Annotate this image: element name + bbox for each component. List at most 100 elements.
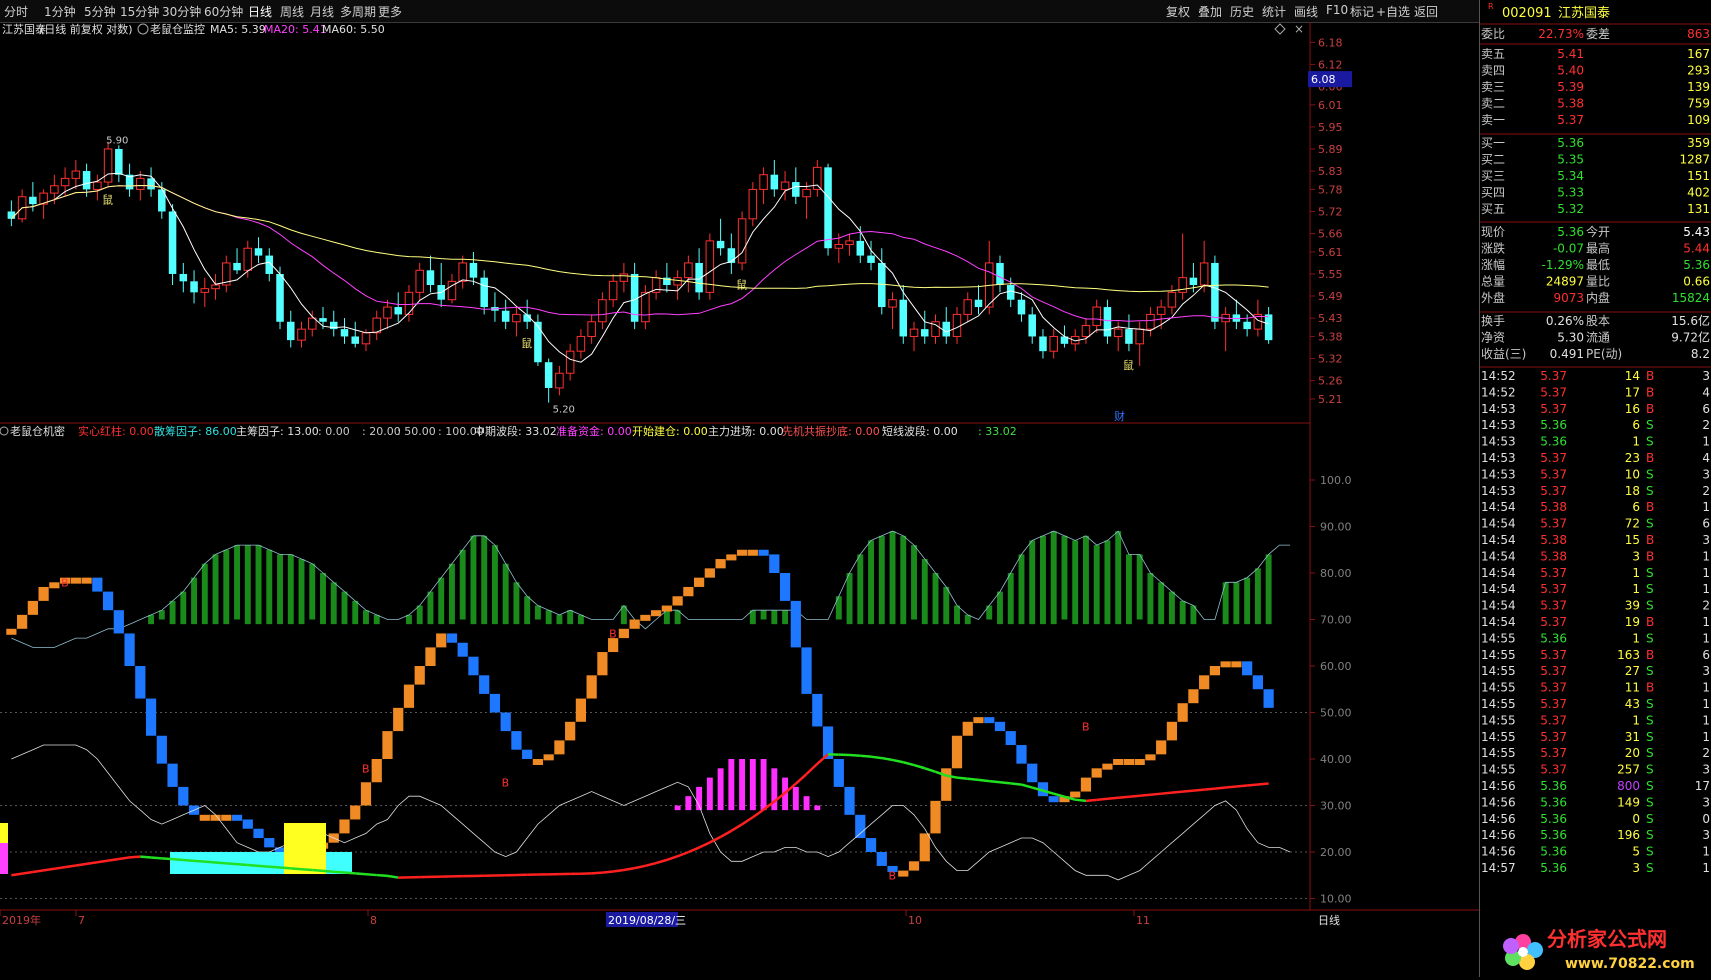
- scatter-bar: [309, 564, 315, 620]
- trend-segment: [1193, 790, 1204, 791]
- scatter-bar: [524, 596, 530, 624]
- midterm-block: [200, 815, 210, 821]
- tick-time: 14:55: [1481, 763, 1516, 777]
- candle-body: [1136, 329, 1144, 344]
- date-tick-label: 8: [370, 914, 377, 927]
- cursor-date: 2019/08/28/三: [608, 914, 686, 927]
- candle-body: [233, 263, 241, 270]
- scatter-bar: [771, 610, 777, 624]
- trend-segment: [957, 778, 968, 779]
- tick-time: 14:53: [1481, 484, 1516, 498]
- tick-time: 14:55: [1481, 713, 1516, 727]
- fund-bar: [804, 796, 810, 810]
- tick-time: 14:56: [1481, 779, 1516, 793]
- candle-body: [308, 318, 316, 329]
- midterm-block: [758, 550, 768, 556]
- sub-tick-label: 80.00: [1320, 567, 1352, 580]
- ma60-label: MA60: 5.50: [322, 23, 385, 36]
- midterm-block: [49, 582, 59, 588]
- candle-body: [169, 211, 177, 274]
- midterm-block: [232, 815, 242, 821]
- indicator-settings-icon[interactable]: [138, 24, 148, 34]
- midterm-block: [952, 736, 962, 769]
- stat-1-label: 涨跌: [1481, 241, 1505, 256]
- trend-segment: [237, 864, 248, 865]
- tick-count: 2: [1702, 599, 1710, 613]
- scatter-bar: [342, 592, 348, 625]
- tick-time: 14:56: [1481, 795, 1516, 809]
- quote-panel: R002091江苏国泰委比22.73%委差863卖五5.41167卖四5.402…: [1479, 0, 1711, 977]
- sub-settings-icon[interactable]: [0, 427, 8, 435]
- scatter-bar: [943, 587, 949, 624]
- period-label: 日线: [1318, 913, 1340, 927]
- candle-body: [1114, 329, 1122, 336]
- trend-segment: [248, 865, 259, 866]
- sub-indicator-name[interactable]: 老鼠仓机密: [10, 424, 65, 438]
- candle-body: [814, 167, 822, 189]
- tick-price: 5.37: [1540, 763, 1567, 777]
- tick-price: 5.36: [1540, 828, 1567, 842]
- trend-segment: [914, 765, 925, 768]
- scatter-bar: [1255, 568, 1261, 624]
- midterm-block: [855, 815, 865, 838]
- midterm-block: [1264, 689, 1274, 708]
- tick-time: 14:57: [1481, 861, 1516, 875]
- tick-count: 6: [1702, 648, 1710, 662]
- stat-0-label2: 今开: [1586, 224, 1610, 239]
- tick-side: B: [1646, 369, 1654, 383]
- midterm-block: [339, 819, 349, 833]
- tick-time: 14:54: [1481, 517, 1516, 531]
- trend-segment: [667, 856, 678, 860]
- scatter-bar: [1029, 540, 1035, 624]
- sub-tick-label: 70.00: [1320, 614, 1352, 627]
- trend-segment: [302, 869, 313, 870]
- close-icon[interactable]: ×: [1294, 22, 1304, 36]
- bid-2-value2: 151: [1687, 169, 1710, 183]
- trend-segment: [1086, 800, 1097, 801]
- midterm-block: [404, 685, 414, 708]
- tick-time: 14:55: [1481, 681, 1516, 695]
- candle-body: [115, 149, 123, 175]
- trend-segment: [33, 870, 44, 872]
- trend-segment: [968, 779, 979, 780]
- tick-side: B: [1646, 681, 1654, 695]
- tick-time: 14:56: [1481, 812, 1516, 826]
- stat-0-value: 5.36: [1557, 225, 1584, 239]
- trend-segment: [1247, 784, 1258, 785]
- diamond-icon[interactable]: [1275, 24, 1285, 34]
- date-tick-label: 10: [908, 914, 922, 927]
- chart-mode: (日线 前复权 对数): [40, 22, 133, 36]
- tick-time: 14:52: [1481, 385, 1516, 399]
- trend-segment: [1000, 782, 1011, 783]
- candle-body: [620, 274, 628, 281]
- midterm-block: [1199, 675, 1209, 689]
- candle-body: [405, 292, 413, 314]
- stat-4-label2: 内盘: [1586, 290, 1610, 305]
- price-tick-label: 5.38: [1318, 330, 1343, 343]
- scatter-bar: [170, 601, 176, 624]
- midterm-block: [801, 647, 811, 694]
- sub-legend-item: : 50.00: [397, 425, 436, 438]
- midterm-block: [124, 633, 134, 666]
- midterm-block: [372, 759, 382, 782]
- trend-segment: [119, 857, 130, 859]
- candle-body: [996, 263, 1004, 285]
- scatter-bar: [374, 615, 380, 624]
- midterm-block: [17, 615, 27, 629]
- kline-chart[interactable]: 6.186.126.066.015.955.895.835.785.725.66…: [0, 0, 1479, 977]
- candle-body: [1104, 307, 1112, 336]
- order-ratio-label2: 委差: [1586, 27, 1610, 41]
- tick-side: S: [1646, 435, 1654, 449]
- scatter-bar: [363, 610, 369, 624]
- price-tick-label: 5.95: [1318, 121, 1343, 134]
- midterm-block: [640, 615, 650, 621]
- finance-mark: 财: [1114, 409, 1125, 423]
- tick-side: S: [1646, 517, 1654, 531]
- trend-segment: [688, 848, 699, 853]
- midterm-block: [780, 573, 790, 601]
- sub-legend-item: 主筹因子: 13.00: [236, 424, 319, 438]
- tick-side: B: [1646, 451, 1654, 465]
- tick-side: S: [1646, 418, 1654, 432]
- indicator-name[interactable]: 老鼠仓监控: [150, 22, 205, 36]
- stat-3-value: 24897: [1546, 275, 1584, 289]
